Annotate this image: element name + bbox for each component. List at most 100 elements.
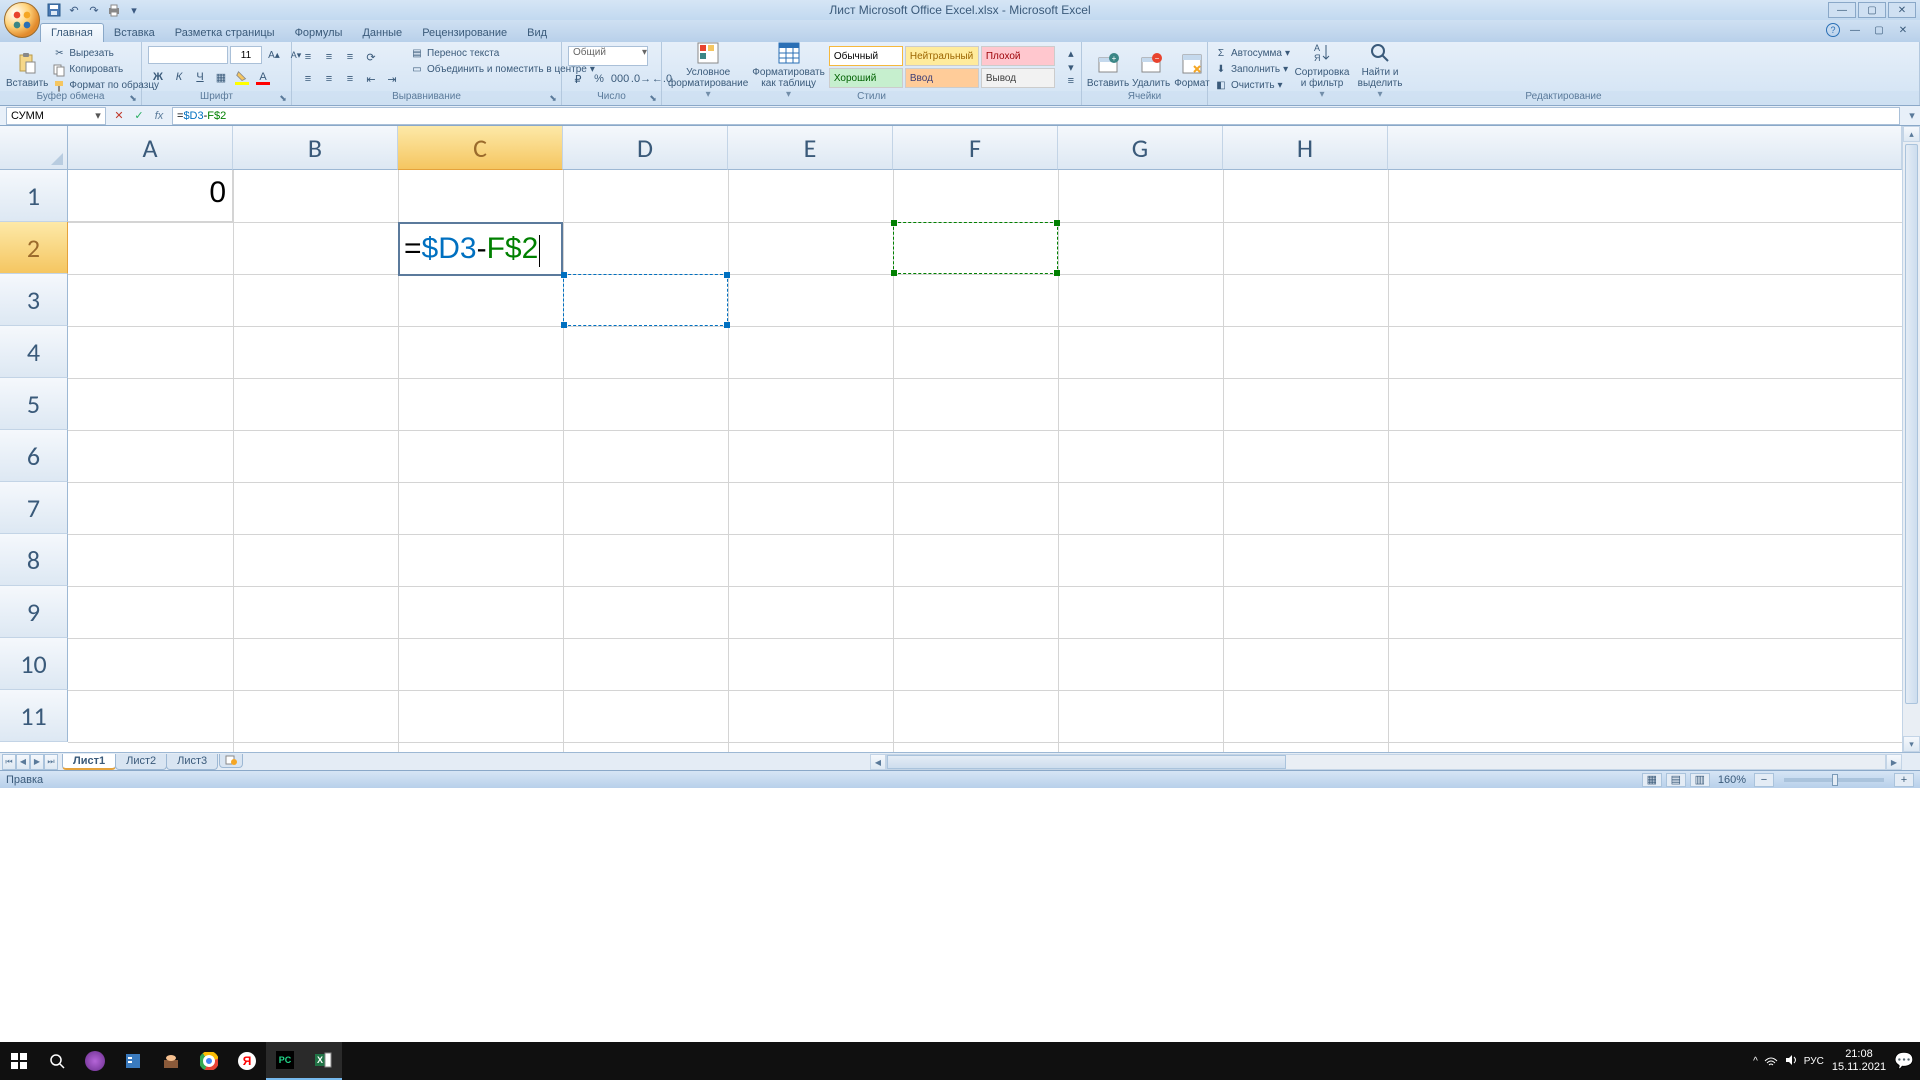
save-icon[interactable] bbox=[46, 2, 62, 18]
scroll-down-button[interactable]: ▾ bbox=[1903, 736, 1920, 752]
taskbar-yandex[interactable]: Я bbox=[228, 1042, 266, 1080]
increase-indent-button[interactable]: ⇥ bbox=[382, 70, 402, 88]
tab-formulas[interactable]: Формулы bbox=[285, 24, 353, 42]
start-button[interactable] bbox=[0, 1042, 38, 1080]
view-page-layout-button[interactable]: ▤ bbox=[1666, 773, 1686, 787]
row-header-4[interactable]: 4 bbox=[0, 326, 68, 378]
grow-font-button[interactable]: A▴ bbox=[264, 46, 284, 64]
sheet-nav-first[interactable]: ⏮ bbox=[2, 754, 16, 770]
taskbar-clock[interactable]: 21:08 15.11.2021 bbox=[1832, 1048, 1886, 1074]
autosum-button[interactable]: ΣАвтосумма ▾ bbox=[1214, 46, 1290, 61]
zoom-slider[interactable] bbox=[1784, 778, 1884, 782]
tab-view[interactable]: Вид bbox=[517, 24, 557, 42]
row-header-5[interactable]: 5 bbox=[0, 378, 68, 430]
tray-chevron-icon[interactable]: ^ bbox=[1753, 1056, 1758, 1067]
row-header-1[interactable]: 1 bbox=[0, 170, 68, 222]
select-all-corner[interactable] bbox=[0, 126, 68, 170]
align-right-button[interactable]: ≡ bbox=[340, 70, 360, 88]
col-header-F[interactable]: F bbox=[893, 126, 1058, 170]
taskbar-app-2[interactable] bbox=[114, 1042, 152, 1080]
tab-page-layout[interactable]: Разметка страницы bbox=[165, 24, 285, 42]
zoom-level[interactable]: 160% bbox=[1718, 774, 1746, 786]
bold-button[interactable]: Ж bbox=[148, 68, 168, 86]
close-button[interactable]: ✕ bbox=[1888, 2, 1916, 18]
row-header-3[interactable]: 3 bbox=[0, 274, 68, 326]
office-button[interactable] bbox=[4, 2, 40, 38]
help-icon[interactable]: ? bbox=[1826, 23, 1840, 37]
style-input[interactable]: Ввод bbox=[905, 68, 979, 88]
print-icon[interactable] bbox=[106, 2, 122, 18]
ribbon-close-button[interactable]: ✕ bbox=[1894, 22, 1912, 38]
tray-wifi-icon[interactable] bbox=[1764, 1053, 1778, 1070]
paste-button[interactable]: Вставить bbox=[6, 46, 48, 94]
col-header-extra[interactable] bbox=[1388, 126, 1902, 170]
style-good[interactable]: Хороший bbox=[829, 68, 903, 88]
tray-volume-icon[interactable] bbox=[1784, 1053, 1798, 1070]
style-normal[interactable]: Обычный bbox=[829, 46, 903, 66]
scroll-left-button[interactable]: ◀ bbox=[870, 754, 886, 770]
underline-button[interactable]: Ч bbox=[190, 68, 210, 86]
increase-decimal-button[interactable]: .0→ bbox=[631, 70, 651, 88]
scroll-up-button[interactable]: ▴ bbox=[1903, 126, 1920, 142]
fill-color-button[interactable] bbox=[232, 68, 252, 86]
cell-C2-editing[interactable]: =$D3-F$2 bbox=[398, 222, 563, 276]
styles-more-button[interactable]: ≡ bbox=[1061, 74, 1081, 88]
sheet-tab-1[interactable]: Лист1 bbox=[62, 754, 116, 770]
delete-cells-button[interactable]: − Удалить bbox=[1132, 46, 1170, 94]
alignment-dialog-launcher[interactable]: ⬊ bbox=[547, 92, 559, 104]
sheet-nav-last[interactable]: ⏭ bbox=[44, 754, 58, 770]
sheet-nav-prev[interactable]: ◀ bbox=[16, 754, 30, 770]
percent-format-button[interactable]: % bbox=[589, 70, 609, 88]
ribbon-restore-button[interactable]: ▢ bbox=[1870, 22, 1888, 38]
ref-handle[interactable] bbox=[561, 322, 567, 328]
zoom-in-button[interactable]: + bbox=[1894, 773, 1914, 787]
col-header-C[interactable]: C bbox=[398, 126, 563, 170]
vertical-scrollbar[interactable]: ▴ ▾ bbox=[1902, 126, 1920, 752]
font-size-select[interactable] bbox=[230, 46, 262, 64]
formula-enter-button[interactable]: ✓ bbox=[130, 108, 148, 124]
accounting-format-button[interactable]: ₽ bbox=[568, 70, 588, 88]
number-dialog-launcher[interactable]: ⬊ bbox=[647, 92, 659, 104]
ref-handle[interactable] bbox=[724, 322, 730, 328]
col-header-A[interactable]: A bbox=[68, 126, 233, 170]
ref-handle[interactable] bbox=[891, 220, 897, 226]
col-header-D[interactable]: D bbox=[563, 126, 728, 170]
col-header-G[interactable]: G bbox=[1058, 126, 1223, 170]
font-name-select[interactable] bbox=[148, 46, 228, 64]
scroll-right-button[interactable]: ▶ bbox=[1886, 754, 1902, 770]
find-select-button[interactable]: Найти и выделить ▾ bbox=[1354, 46, 1406, 94]
cells-area[interactable]: 0 =$D3-F$2 bbox=[68, 170, 1902, 752]
orientation-button[interactable]: ⟳ bbox=[361, 48, 381, 66]
row-header-10[interactable]: 10 bbox=[0, 638, 68, 690]
align-middle-button[interactable]: ≡ bbox=[319, 48, 339, 66]
conditional-formatting-button[interactable]: Условное форматирование ▾ bbox=[668, 46, 748, 94]
row-header-7[interactable]: 7 bbox=[0, 482, 68, 534]
row-header-2[interactable]: 2 bbox=[0, 222, 68, 274]
row-header-6[interactable]: 6 bbox=[0, 430, 68, 482]
comma-format-button[interactable]: 000 bbox=[610, 70, 630, 88]
tray-notifications-icon[interactable]: 💬 bbox=[1894, 1051, 1914, 1071]
fill-button[interactable]: ⬇Заполнить ▾ bbox=[1214, 62, 1290, 77]
name-box-dropdown-icon[interactable]: ▾ bbox=[91, 109, 105, 122]
formula-bar-expand-icon[interactable]: ▾ bbox=[1904, 109, 1920, 122]
align-center-button[interactable]: ≡ bbox=[319, 70, 339, 88]
styles-scroll-up[interactable]: ▴ bbox=[1061, 46, 1081, 60]
align-top-button[interactable]: ≡ bbox=[298, 48, 318, 66]
search-button[interactable] bbox=[38, 1042, 76, 1080]
minimize-button[interactable]: — bbox=[1828, 2, 1856, 18]
align-bottom-button[interactable]: ≡ bbox=[340, 48, 360, 66]
sheet-nav-next[interactable]: ▶ bbox=[30, 754, 44, 770]
horizontal-scrollbar[interactable]: ◀ ▶ bbox=[870, 754, 1902, 770]
italic-button[interactable]: К bbox=[169, 68, 189, 86]
col-header-B[interactable]: B bbox=[233, 126, 398, 170]
number-format-select[interactable]: Общий ▾ bbox=[568, 46, 648, 66]
tab-review[interactable]: Рецензирование bbox=[412, 24, 517, 42]
name-box[interactable]: СУММ ▾ bbox=[6, 107, 106, 125]
tab-home[interactable]: Главная bbox=[40, 23, 104, 42]
view-page-break-button[interactable]: ▥ bbox=[1690, 773, 1710, 787]
col-header-H[interactable]: H bbox=[1223, 126, 1388, 170]
zoom-out-button[interactable]: − bbox=[1754, 773, 1774, 787]
qat-dropdown-icon[interactable]: ▾ bbox=[126, 2, 142, 18]
style-bad[interactable]: Плохой bbox=[981, 46, 1055, 66]
row-header-9[interactable]: 9 bbox=[0, 586, 68, 638]
